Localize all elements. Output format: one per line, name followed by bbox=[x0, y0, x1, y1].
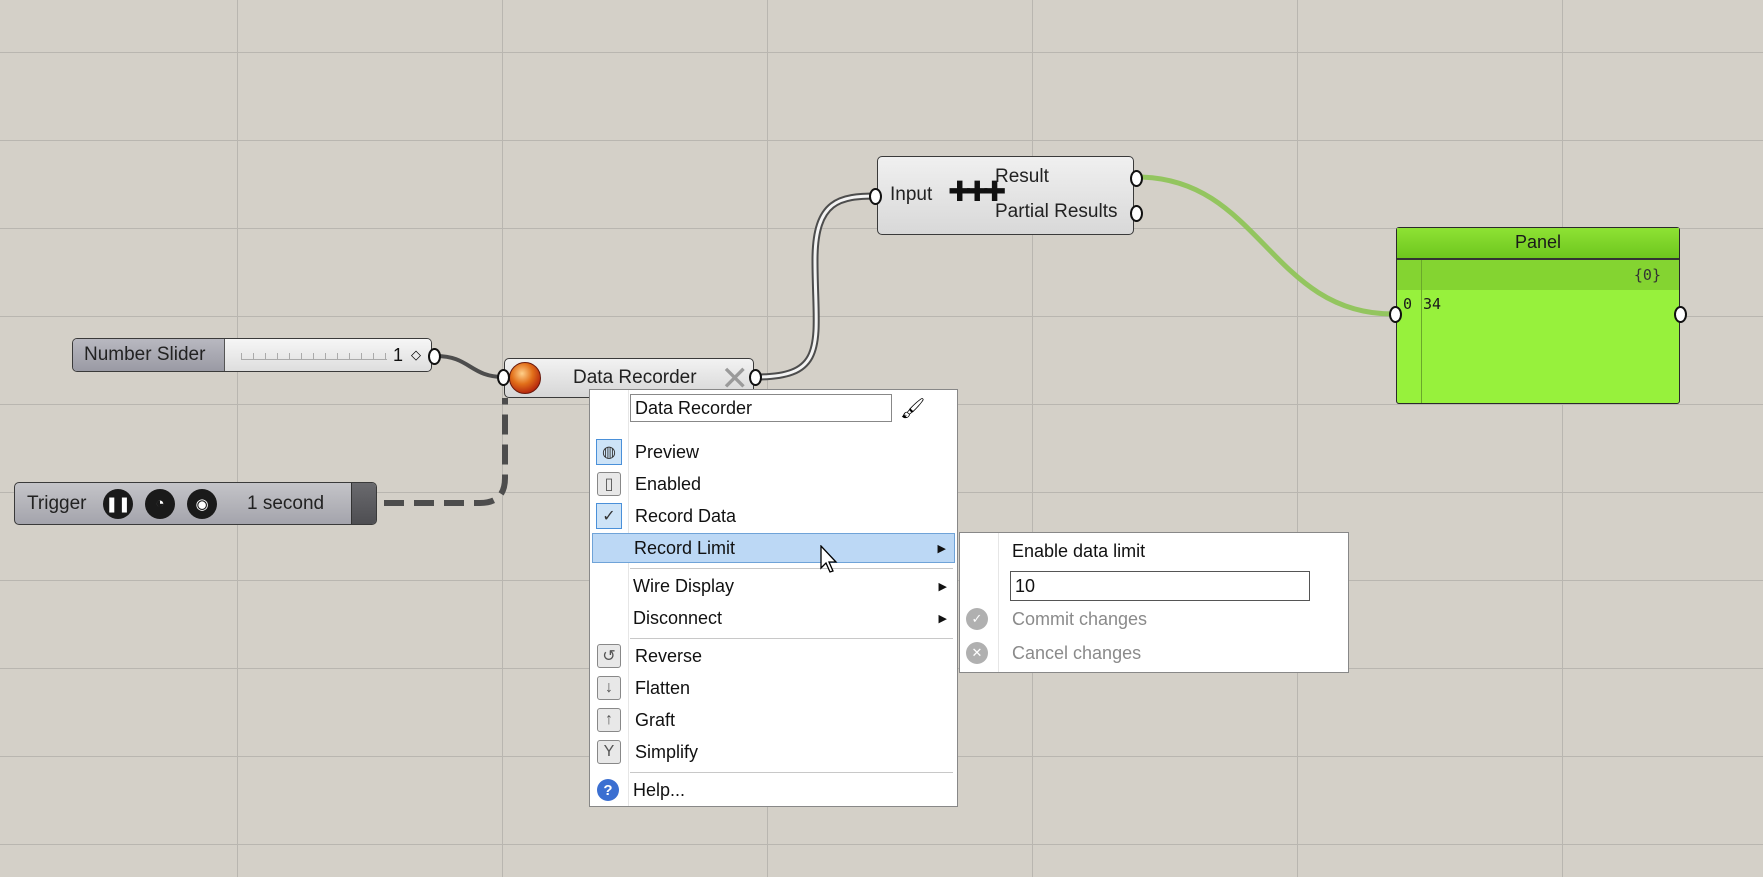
result-port[interactable] bbox=[1130, 170, 1143, 187]
blank-icon bbox=[595, 573, 621, 599]
commit-icon: ✓ bbox=[966, 608, 988, 630]
input-port[interactable] bbox=[869, 188, 882, 205]
data-limit-input[interactable] bbox=[1010, 571, 1310, 601]
blank-icon bbox=[596, 535, 622, 561]
preview-icon: ◍ bbox=[596, 439, 622, 465]
blank-icon bbox=[595, 605, 621, 631]
record-led-icon[interactable] bbox=[509, 362, 541, 394]
menu-item-label: Preview bbox=[635, 441, 700, 462]
wire-recorder-to-input-outline[interactable] bbox=[756, 192, 878, 381]
panel-output-port[interactable] bbox=[1674, 306, 1687, 323]
slider-track[interactable]: 1 ◇ bbox=[225, 339, 431, 371]
graft-icon: ↑ bbox=[597, 708, 621, 732]
context-menu: 🖌 ◍ Preview ▯ Enabled ✓ Record Data Reco… bbox=[589, 389, 958, 807]
menu-divider bbox=[630, 568, 953, 569]
reverse-icon: ↺ bbox=[597, 644, 621, 668]
panel-input-port[interactable] bbox=[1389, 306, 1402, 323]
mass-addition-component[interactable]: Input ✚✚✚ Result Partial Results bbox=[877, 156, 1134, 235]
component-name-field[interactable] bbox=[630, 394, 892, 422]
help-icon: ? bbox=[597, 779, 619, 801]
menu-item-label: Flatten bbox=[635, 677, 691, 698]
trigger-label: Trigger bbox=[27, 492, 87, 514]
menu-item-reverse[interactable]: ↺ Reverse bbox=[592, 641, 955, 671]
trigger-component[interactable]: Trigger ❚❚ ◔ ◉ 1 second bbox=[14, 482, 377, 525]
menu-item-label: Disconnect bbox=[633, 607, 723, 628]
diamond-icon[interactable]: ◇ bbox=[411, 347, 421, 363]
menu-item-label: Wire Display bbox=[633, 575, 735, 596]
cancel-changes-item[interactable]: Cancel changes bbox=[1012, 643, 1141, 664]
recorder-input-port[interactable] bbox=[497, 369, 510, 386]
wire-trigger-to-recorder[interactable] bbox=[384, 398, 508, 506]
panel-row-index: 0 bbox=[1403, 295, 1413, 313]
slider-output-port[interactable] bbox=[428, 348, 441, 365]
partial-results-param-label: Partial Results bbox=[995, 201, 1118, 222]
cancel-icon: ✕ bbox=[966, 642, 988, 664]
menu-item-flatten[interactable]: ↓ Flatten bbox=[592, 673, 955, 703]
menu-item-enabled[interactable]: ▯ Enabled bbox=[592, 469, 955, 499]
menu-item-label: Record Data bbox=[635, 505, 737, 526]
data-recorder-label: Data Recorder bbox=[573, 367, 697, 388]
panel-row: 0 34 bbox=[1403, 295, 1441, 313]
menu-item-record-limit[interactable]: Record Limit ▶ bbox=[592, 533, 955, 563]
slider-value: 1 bbox=[392, 344, 403, 365]
menu-item-label: Simplify bbox=[635, 741, 699, 762]
menu-divider bbox=[630, 772, 953, 773]
panel-row-value: 34 bbox=[1423, 295, 1442, 313]
submenu-arrow-icon: ▶ bbox=[938, 612, 947, 625]
menu-item-wire-display[interactable]: Wire Display ▶ bbox=[592, 571, 955, 601]
panel-component[interactable]: Panel {0} 0 34 bbox=[1396, 227, 1680, 404]
menu-item-simplify[interactable]: Y Simplify bbox=[592, 737, 955, 767]
wire-result-to-panel[interactable] bbox=[1136, 174, 1394, 317]
record-limit-submenu: Enable data limit ✓ Commit changes ✕ Can… bbox=[959, 532, 1349, 673]
record-icon[interactable]: ◉ bbox=[187, 488, 217, 519]
menu-divider bbox=[630, 638, 953, 639]
number-slider-label: Number Slider bbox=[73, 339, 225, 371]
pause-icon[interactable]: ❚❚ bbox=[103, 488, 133, 519]
menu-item-label: Reverse bbox=[635, 645, 703, 666]
trigger-output-bar[interactable] bbox=[351, 483, 376, 524]
enabled-icon: ▯ bbox=[597, 472, 621, 496]
menu-item-label: Enabled bbox=[635, 473, 702, 494]
panel-title: Panel bbox=[1397, 228, 1679, 260]
recorder-output-port[interactable] bbox=[749, 369, 762, 386]
check-icon: ✓ bbox=[596, 503, 622, 529]
menu-item-label: Record Limit bbox=[634, 537, 736, 558]
menu-item-disconnect[interactable]: Disconnect ▶ bbox=[592, 603, 955, 633]
number-slider[interactable]: Number Slider 1 ◇ bbox=[72, 338, 432, 372]
submenu-arrow-icon: ▶ bbox=[938, 580, 947, 593]
slider-ticks bbox=[241, 351, 387, 360]
submenu-arrow-icon: ▶ bbox=[937, 542, 946, 555]
enable-data-limit-item[interactable]: Enable data limit bbox=[1012, 541, 1145, 562]
menu-item-graft[interactable]: ↑ Graft bbox=[592, 705, 955, 735]
menu-item-preview[interactable]: ◍ Preview bbox=[592, 437, 955, 467]
input-param-label: Input bbox=[890, 184, 933, 205]
menu-item-label: Help... bbox=[633, 779, 686, 800]
partial-results-port[interactable] bbox=[1130, 205, 1143, 222]
trigger-interval: 1 second bbox=[247, 492, 325, 514]
menu-item-record-data[interactable]: ✓ Record Data bbox=[592, 501, 955, 531]
submenu-icon-column bbox=[998, 533, 999, 672]
panel-data-path: {0} bbox=[1397, 260, 1679, 290]
paint-bucket-icon[interactable]: 🖌 bbox=[900, 396, 925, 421]
flatten-icon: ↓ bbox=[597, 676, 621, 700]
commit-changes-item[interactable]: Commit changes bbox=[1012, 609, 1147, 630]
timer-icon[interactable]: ◔ bbox=[145, 488, 175, 519]
result-param-label: Result bbox=[995, 166, 1049, 187]
simplify-icon: Y bbox=[597, 740, 621, 764]
mass-addition-icon: ✚✚✚ bbox=[948, 176, 1006, 207]
mouse-cursor-icon bbox=[820, 545, 838, 573]
wire-slider-to-recorder[interactable] bbox=[435, 354, 505, 379]
menu-item-label: Graft bbox=[635, 709, 676, 730]
panel-gutter bbox=[1421, 260, 1422, 403]
menu-item-help[interactable]: ? Help... bbox=[592, 775, 955, 805]
